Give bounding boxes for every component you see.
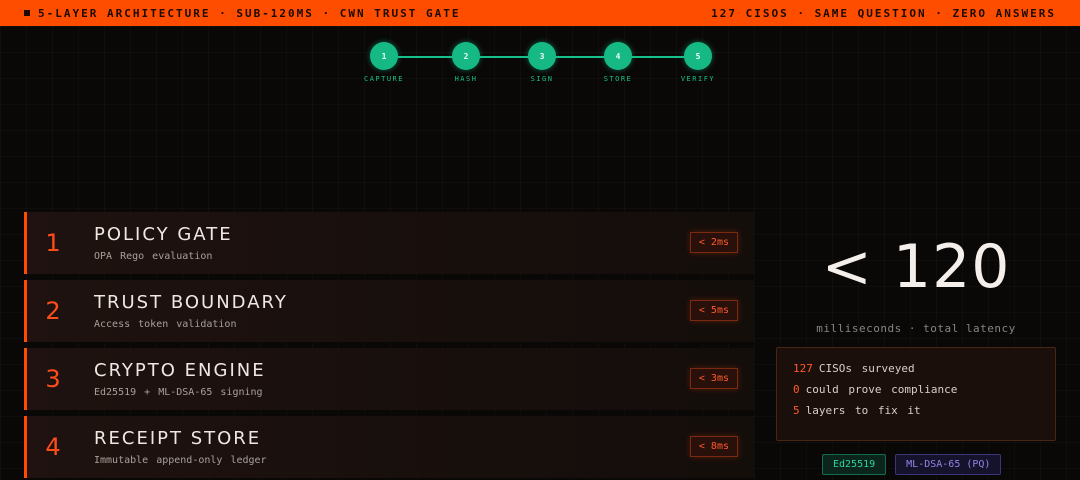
step-hash[interactable]: 2 HASH [446, 42, 486, 83]
tag-ml-dsa-65: ML-DSA-65 (PQ) [895, 454, 1002, 475]
layer-card-policy-gate[interactable]: 1 POLICY GATE OPA Rego evaluation < 2ms [24, 212, 754, 274]
layer-text: TRUST BOUNDARY Access token validation [94, 292, 288, 330]
step-circle: 5 [684, 42, 712, 70]
total-latency-value: < 120 [821, 232, 1011, 302]
step-store[interactable]: 4 STORE [598, 42, 638, 83]
layer-number: 1 [45, 229, 61, 257]
step-label: STORE [603, 75, 633, 83]
layer-text: POLICY GATE OPA Rego evaluation [94, 224, 233, 262]
stat-text: layers to fix it [805, 404, 921, 417]
layer-title: POLICY GATE [94, 224, 233, 245]
top-banner-left-text: 5-LAYER ARCHITECTURE · SUB-120MS · CWN T… [38, 6, 461, 20]
step-circle: 3 [528, 42, 556, 70]
pipeline-stepper: 1 CAPTURE 2 HASH 3 SIGN 4 STORE 5 VERIFY [364, 42, 716, 86]
step-sign[interactable]: 3 SIGN [522, 42, 562, 83]
stat-row: 0 could prove compliance [793, 383, 1039, 396]
layer-number: 4 [45, 433, 61, 461]
layer-card-crypto-engine[interactable]: 3 CRYPTO ENGINE Ed25519 + ML-DSA-65 sign… [24, 348, 754, 410]
layer-number: 3 [45, 365, 61, 393]
layer-text: CRYPTO ENGINE Ed25519 + ML-DSA-65 signin… [94, 360, 266, 398]
step-label: CAPTURE [363, 75, 404, 83]
survey-stats-panel: 127 CISOs surveyed 0 could prove complianc… [776, 347, 1056, 441]
stat-text: CISOs surveyed [818, 362, 915, 375]
stat-number: 127 [793, 362, 813, 375]
latency-badge: < 8ms [689, 436, 738, 457]
layer-subtitle: Ed25519 + ML-DSA-65 signing [94, 387, 263, 398]
latency-badge: < 3ms [689, 368, 738, 389]
layer-card-trust-boundary[interactable]: 2 TRUST BOUNDARY Access token validation… [24, 280, 754, 342]
total-latency-caption: milliseconds · total latency [816, 322, 1016, 335]
step-verify[interactable]: 5 VERIFY [678, 42, 718, 83]
layer-number: 2 [45, 297, 61, 325]
layer-title: RECEIPT STORE [94, 428, 262, 449]
step-label: SIGN [530, 75, 554, 83]
layer-title: TRUST BOUNDARY [94, 292, 288, 313]
layer-subtitle: Access token validation [94, 319, 237, 330]
top-banner-left: 5-LAYER ARCHITECTURE · SUB-120MS · CWN T… [24, 7, 461, 20]
latency-badge: < 2ms [689, 232, 738, 253]
layer-subtitle: Immutable append-only ledger [94, 455, 267, 466]
stat-number: 5 [793, 404, 800, 417]
top-banner: 5-LAYER ARCHITECTURE · SUB-120MS · CWN T… [0, 0, 1080, 26]
tag-ed25519: Ed25519 [822, 454, 887, 475]
latency-badge: < 5ms [689, 300, 738, 321]
step-label: VERIFY [680, 75, 716, 83]
step-circle: 2 [452, 42, 480, 70]
step-circle: 4 [604, 42, 632, 70]
step-capture[interactable]: 1 CAPTURE [364, 42, 404, 83]
top-banner-right-text: 127 CISOS · SAME QUESTION · ZERO ANSWERS [711, 6, 1056, 20]
layer-subtitle: OPA Rego evaluation [94, 251, 213, 262]
stat-number: 0 [793, 383, 800, 396]
layer-list: 1 POLICY GATE OPA Rego evaluation < 2ms … [24, 212, 754, 480]
stat-row: 5 layers to fix it [793, 404, 1039, 417]
layer-card-receipt-store[interactable]: 4 RECEIPT STORE Immutable append-only le… [24, 416, 754, 478]
square-bullet-icon [24, 10, 30, 16]
step-circle: 1 [370, 42, 398, 70]
layer-title: CRYPTO ENGINE [94, 360, 266, 381]
stat-text: could prove compliance [805, 383, 958, 396]
layer-text: RECEIPT STORE Immutable append-only ledg… [94, 428, 267, 466]
stat-row: 127 CISOs surveyed [793, 362, 1039, 375]
algorithm-tags: Ed25519 ML-DSA-65 (PQ) [822, 454, 1002, 475]
step-label: HASH [454, 75, 478, 83]
